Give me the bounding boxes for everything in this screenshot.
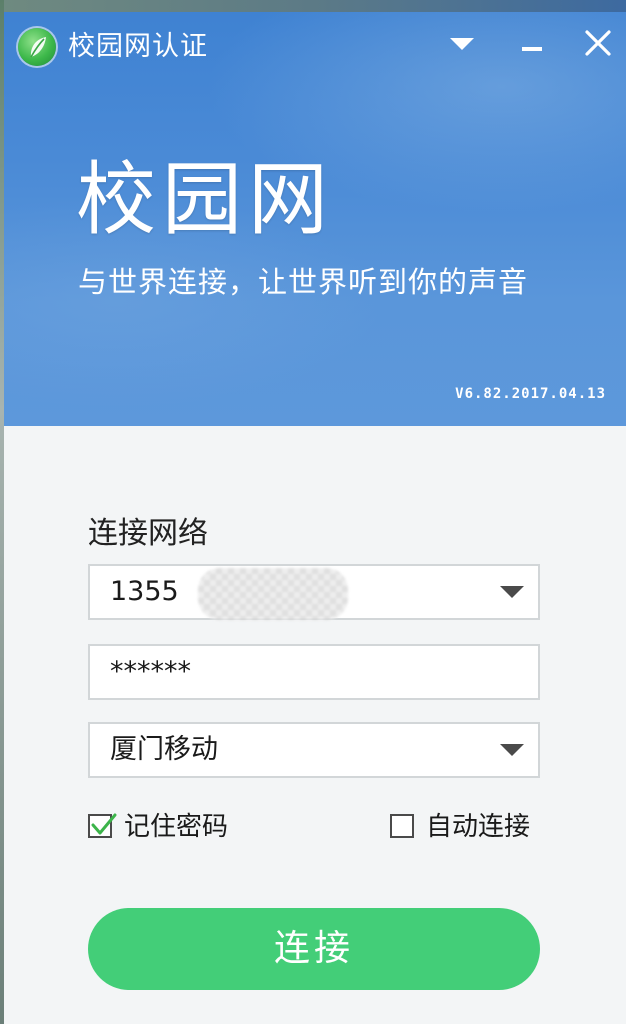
auto-connect-label: 自动连接 [426, 812, 531, 842]
brand-title: 校园网 [76, 153, 334, 246]
login-window: 校园网认证 校园网 与世界连接，让世界听到你的声音 V6.82.2017.04.… [4, 12, 626, 1024]
header-banner: 校园网认证 校园网 与世界连接，让世界听到你的声音 V6.82.2017.04.… [4, 12, 626, 426]
login-form: 连接网络 1355 ****** 厦门移动 记住密码 自动连接 连接 [4, 426, 626, 1024]
triangle-down-icon[interactable] [500, 744, 524, 758]
minimize-icon [522, 47, 542, 51]
service-select[interactable]: 厦门移动 [88, 722, 540, 778]
close-button[interactable] [576, 26, 620, 66]
window-title: 校园网认证 [68, 31, 208, 62]
slogan-text: 与世界连接，让世界听到你的声音 [78, 265, 529, 299]
title-bar[interactable]: 校园网认证 [4, 12, 626, 78]
minimize-button[interactable] [510, 26, 554, 66]
remember-password-checkbox[interactable]: 记住密码 [88, 810, 248, 844]
chevron-down-icon [450, 38, 474, 50]
account-value[interactable]: 1355 [110, 566, 179, 618]
password-value[interactable]: ****** [110, 646, 191, 698]
section-label: 连接网络 [88, 516, 208, 551]
close-icon [585, 30, 611, 56]
remember-password-label: 记住密码 [124, 812, 229, 842]
leaf-logo-icon [18, 28, 56, 66]
checkmark-icon [91, 813, 117, 835]
password-field[interactable]: ****** [88, 644, 540, 700]
connect-button[interactable]: 连接 [88, 908, 540, 990]
menu-button[interactable] [440, 26, 484, 66]
service-selected-value[interactable]: 厦门移动 [110, 724, 218, 776]
auto-connect-checkbox[interactable]: 自动连接 [390, 810, 540, 844]
options-row: 记住密码 自动连接 [88, 810, 540, 844]
checkbox-box[interactable] [390, 814, 414, 838]
triangle-down-icon[interactable] [500, 586, 524, 600]
account-combobox[interactable]: 1355 [88, 564, 540, 620]
desktop-background-top [0, 0, 626, 12]
redacted-area [198, 568, 348, 620]
version-label: V6.82.2017.04.13 [455, 386, 606, 402]
checkbox-box[interactable] [88, 813, 117, 838]
